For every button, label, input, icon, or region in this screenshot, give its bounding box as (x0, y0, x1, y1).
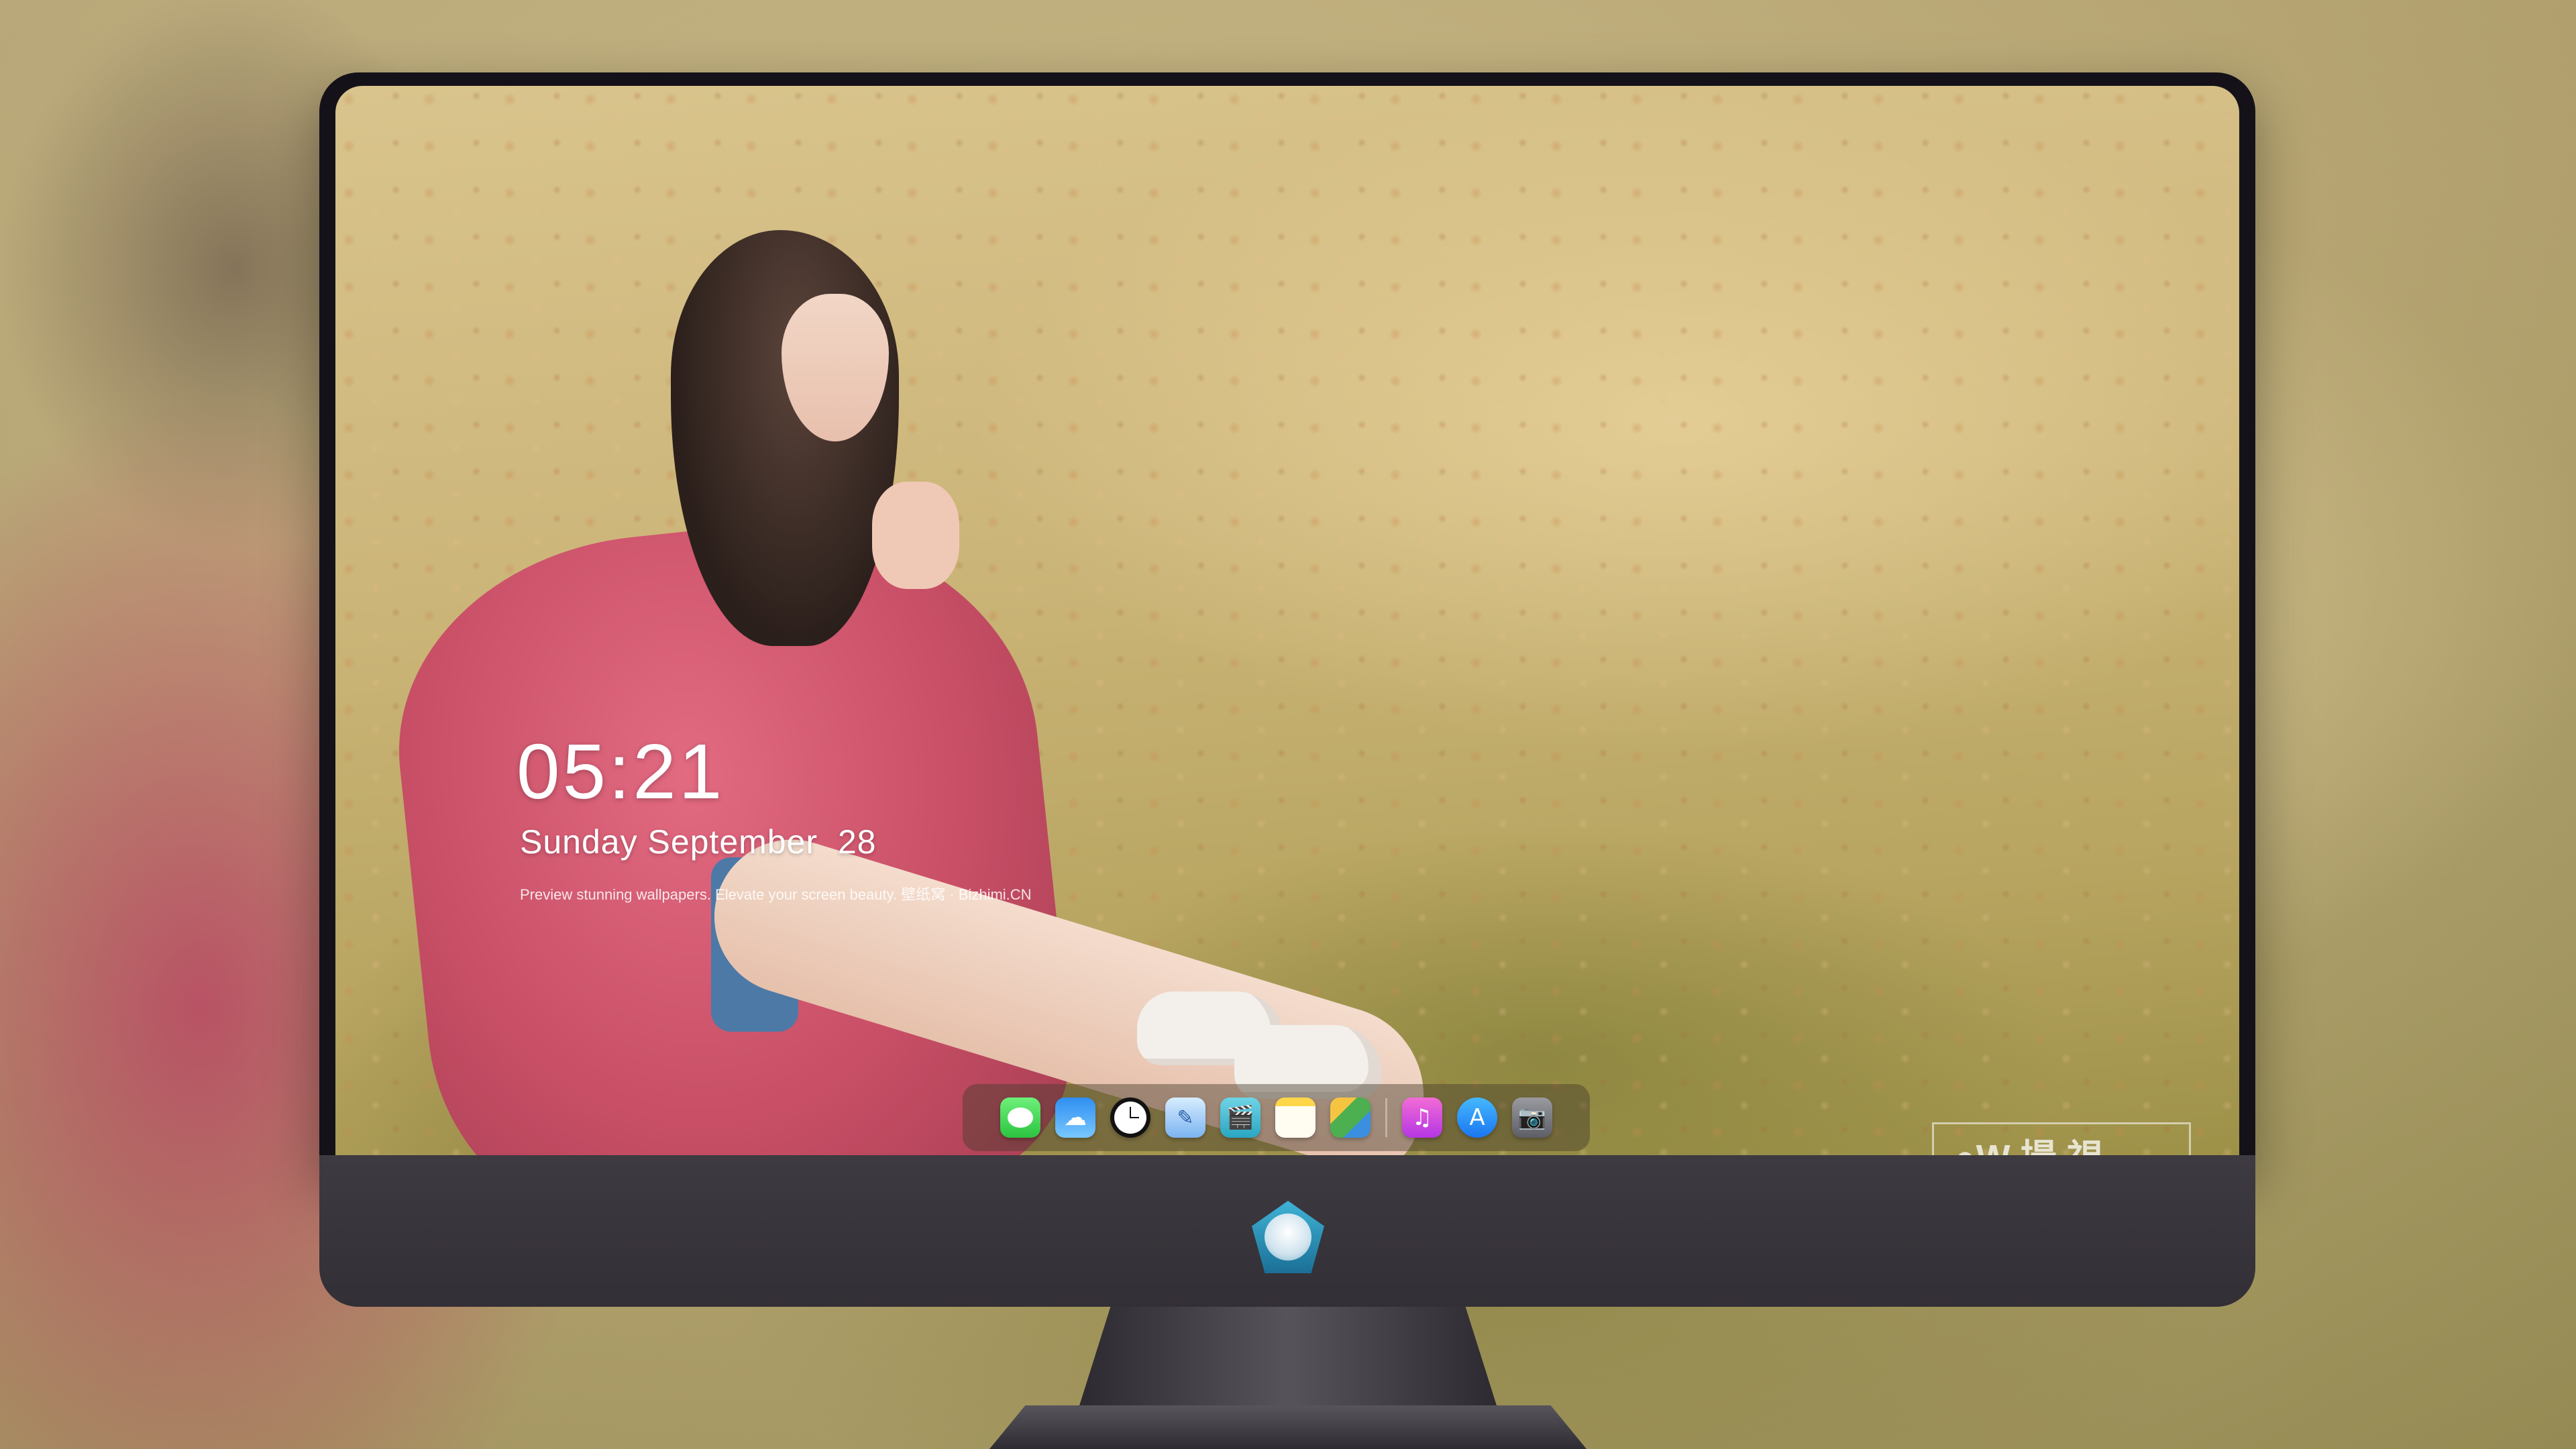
weather-icon[interactable]: ☁ (1055, 1097, 1095, 1138)
lockscreen-time: 05:21 (517, 728, 725, 815)
clock-icon[interactable] (1110, 1097, 1150, 1138)
logo-mascot-icon (1265, 1214, 1311, 1260)
hair (671, 230, 899, 646)
monitor-stand-neck (1077, 1307, 1499, 1414)
wallpaper-figure (335, 86, 1446, 1155)
messages-icon[interactable] (1000, 1097, 1040, 1138)
appstore-icon[interactable]: A (1457, 1097, 1497, 1138)
camera-icon[interactable]: 📷 (1512, 1097, 1552, 1138)
monitor-stand-base (989, 1405, 1587, 1449)
screen: 05:21 Sunday September 28 Preview stunni… (335, 86, 2239, 1155)
notes-icon[interactable] (1275, 1097, 1316, 1138)
lockscreen-tagline: Preview stunning wallpapers. Elevate you… (520, 886, 1032, 903)
preview-icon[interactable]: ✎ (1165, 1097, 1205, 1138)
dock-divider (1385, 1098, 1387, 1137)
lockscreen-date: Sunday September 28 (520, 823, 877, 861)
dock: ☁ ✎ 🎬 ♫ A 📷 (963, 1084, 1590, 1151)
watermark: ●W 撮 視 (1932, 1122, 2191, 1155)
music-icon[interactable]: ♫ (1402, 1097, 1442, 1138)
clapper-icon[interactable]: 🎬 (1220, 1097, 1260, 1138)
clasped-hands (872, 482, 959, 589)
photos-icon[interactable] (1330, 1097, 1371, 1138)
